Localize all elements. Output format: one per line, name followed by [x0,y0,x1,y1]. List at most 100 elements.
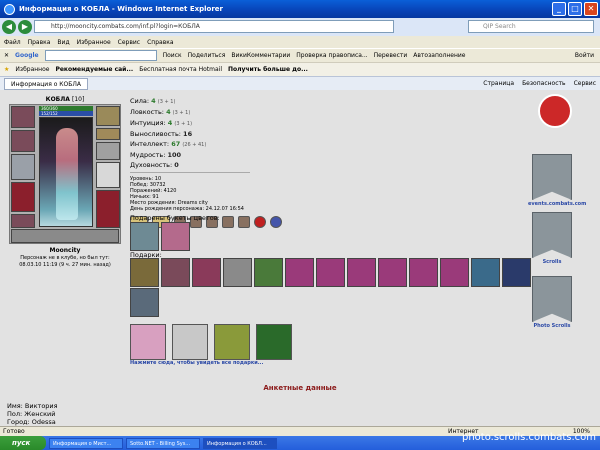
gift-item[interactable] [130,288,159,317]
address-field[interactable]: http://mooncity.combats.com/inf.pl?login… [34,20,394,33]
fav-item-hotmail[interactable]: Бесплатная почта Hotmail [139,66,222,73]
back-button[interactable]: ◀ [2,20,16,34]
character-header: КОБЛА [10] [9,96,121,104]
clan-badge-icon[interactable] [238,216,250,228]
bouquet-item[interactable] [130,222,159,251]
gifts-row-2 [130,288,159,317]
character-city: Mooncity [49,247,81,254]
gift-item[interactable] [254,258,283,287]
signin-button[interactable]: Войти [575,52,594,59]
forward-button[interactable]: ▶ [18,20,32,34]
translate-button[interactable]: Перевести [374,52,408,59]
spellcheck-button[interactable]: Проверка правописа... [296,52,367,59]
google-search-input[interactable] [44,50,157,61]
large-gift-item[interactable] [214,324,250,360]
menu-bar: Файл Правка Вид Избранное Сервис Справка [0,36,600,48]
weapon-slot[interactable] [11,154,35,180]
wiki-button[interactable]: ВикиКомментарии [231,52,290,59]
security-menu[interactable]: Безопасность [522,77,566,91]
gift-item[interactable] [285,258,314,287]
menu-file[interactable]: Файл [4,39,21,46]
favorites-button[interactable]: Избранное [15,66,49,73]
large-gift-item[interactable] [256,324,292,360]
amulet-slot[interactable] [11,130,35,152]
maximize-button[interactable]: □ [568,2,582,16]
boots-slot[interactable] [96,190,120,228]
character-frame: 360/360 152/152 [9,104,121,244]
gift-item[interactable] [409,258,438,287]
stat-row: Мудрость: 100 [130,151,182,159]
google-search-button[interactable]: Поиск [163,52,182,59]
all-gifts-link[interactable]: Нажмите сюда, чтобы увидеть все подарки.… [130,360,263,366]
anketa-city: Город: Odessa [7,418,56,426]
status-text: Готово [3,428,25,435]
flower-badge-icon[interactable] [254,216,266,228]
share-button[interactable]: Поделиться [188,52,226,59]
shield-slot[interactable] [96,162,120,188]
gift-item[interactable] [378,258,407,287]
scrolls-banner-icon [532,212,572,258]
close-button[interactable]: ✕ [584,2,598,16]
pocket-slots[interactable] [11,229,119,243]
armor-slot[interactable] [11,182,35,212]
belt-slot[interactable] [11,214,35,228]
gift-item[interactable] [502,258,531,287]
anketa-name: Имя: Виктория [7,402,58,410]
events-link[interactable]: events.combats.com [528,154,586,207]
stat-row: Духовность: 0 [130,161,179,169]
scrolls-link[interactable]: Scrolls [528,212,576,265]
page-content: КОБЛА [10] 360/360 152/152 Mooncity Перс… [0,90,600,426]
fav-item-recommended[interactable]: Рекомендуемые сай... [55,66,133,73]
menu-help[interactable]: Справка [147,39,173,46]
google-toolbar: ✕ Google Поиск Поделиться ВикиКомментари… [0,48,600,62]
orb-badge-icon[interactable] [270,216,282,228]
minimize-button[interactable]: _ [552,2,566,16]
mp-bar: 152/152 [39,111,93,116]
gift-item[interactable] [223,258,252,287]
menu-favorites[interactable]: Избранное [77,39,111,46]
menu-view[interactable]: Вид [57,39,69,46]
gift-item[interactable] [471,258,500,287]
stat-row: Интеллект: 67 (26 + 41) [130,140,207,148]
search-input[interactable]: QIP Search [468,20,594,33]
large-gift-item[interactable] [172,324,208,360]
tools-menu[interactable]: Сервис [574,77,596,91]
address-text: http://mooncity.combats.com/inf.pl?login… [51,23,200,30]
fav-item-more[interactable]: Получить больше до... [228,66,308,73]
close-toolbar-icon[interactable]: ✕ [4,52,9,59]
large-gift-item[interactable] [130,324,166,360]
page-menu[interactable]: Страница [483,77,514,91]
search-placeholder: QIP Search [483,23,516,30]
autofill-button[interactable]: Автозаполнение [413,52,465,59]
last-seen-time: 08.03.10 11:19 (9 ч. 27 мин. назад) [19,262,111,268]
ring-slot[interactable] [96,128,120,140]
menu-edit[interactable]: Правка [28,39,51,46]
clan-badge-icon[interactable] [222,216,234,228]
bouquet-item[interactable] [161,222,190,251]
start-button[interactable]: пуск [0,436,46,450]
gift-item[interactable] [192,258,221,287]
anketa-gender: Пол: Женский [7,410,56,418]
gloves-slot[interactable] [96,142,120,160]
gift-item[interactable] [130,258,159,287]
gift-item[interactable] [161,258,190,287]
helmet-slot[interactable] [11,106,35,128]
gift-item[interactable] [347,258,376,287]
google-logo: Google [15,52,39,59]
stat-row: Выносливость: 16 [130,130,193,138]
taskbar-item[interactable]: Информация о Мист... [49,437,123,449]
gift-item[interactable] [440,258,469,287]
tab-active[interactable]: Информация о КОБЛА [4,77,89,90]
offline-note: Персонаж не в клубе, но был тут: [20,255,110,261]
taskbar-item[interactable]: Информация о КОБЛ... [203,437,277,449]
taskbar-item[interactable]: Sotto.NET - Billing Sys... [126,437,200,449]
ie-icon [4,3,15,15]
earrings-slot[interactable] [96,106,120,126]
menu-tools[interactable]: Сервис [118,39,140,46]
clan-emblem-icon[interactable] [538,94,572,128]
photo-scrolls-link[interactable]: Photo Scrolls [528,276,576,329]
divider [130,172,250,173]
info-birthday: День рождения персонажа: 24.12.07 16:54 [130,206,244,212]
gift-item[interactable] [316,258,345,287]
events-banner-icon [532,154,572,200]
